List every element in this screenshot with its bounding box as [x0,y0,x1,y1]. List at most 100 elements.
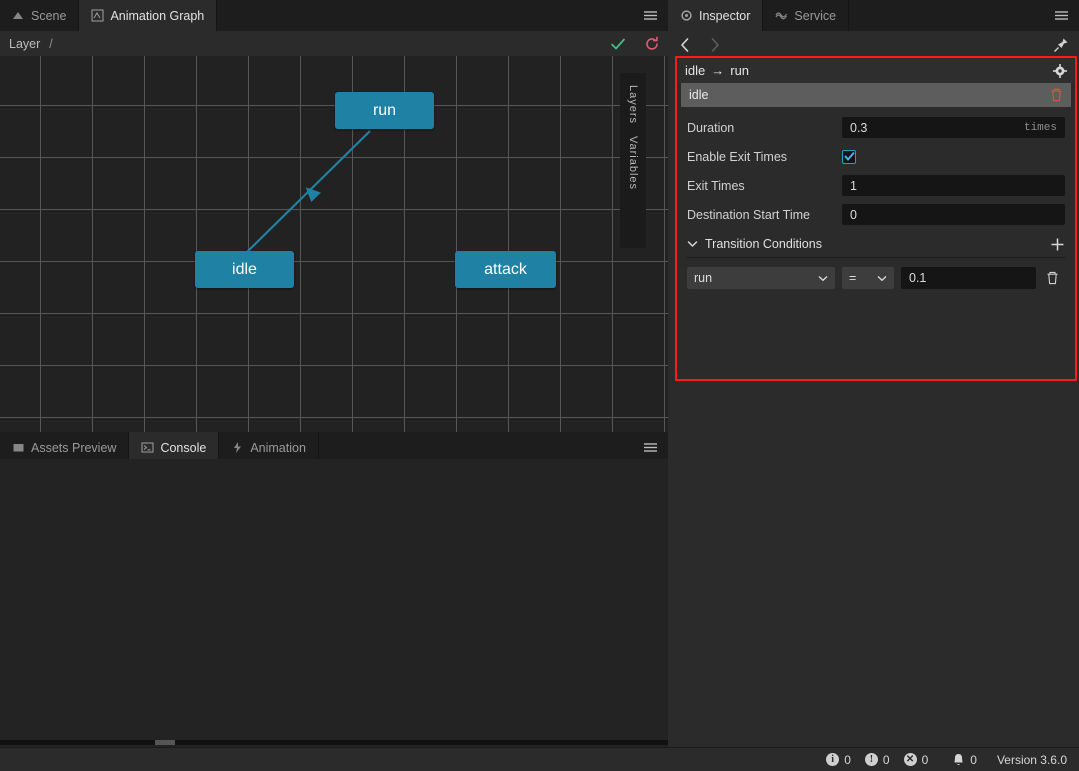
graph-tabbar: Scene Animation Graph [0,0,668,31]
tab-assets-preview-label: Assets Preview [31,440,117,455]
error-count: 0 [921,752,929,767]
info-icon: i [826,753,840,766]
tab-console-label: Console [160,440,207,455]
graph-node-run[interactable]: run [335,92,434,129]
property-enable-exit-times-label: Enable Exit Times [687,149,788,164]
editor-window: Scene Animation Graph Layer / run idle a… [0,0,1079,771]
graph-node-idle[interactable]: idle [195,251,294,288]
tab-scene[interactable]: Scene [0,0,80,31]
tab-service[interactable]: Service [763,0,850,31]
inspector-tabbar: Inspector Service [668,0,1079,31]
layer-breadcrumb-bar: Layer / [0,31,668,56]
transition-conditions-title: Transition Conditions [705,237,822,251]
notification-status[interactable]: 0 [952,753,977,767]
console-icon [141,441,154,454]
condition-value: 0.1 [909,271,927,285]
scene-icon [12,9,25,22]
chevron-down-icon [877,275,887,282]
refresh-icon[interactable] [644,36,660,52]
property-list: Duration 0.3 times Enable Exit Times Exi… [677,107,1075,289]
exit-times-value: 1 [850,178,857,193]
tab-scene-label: Scene [31,8,67,23]
graph-node-idle-label: idle [232,260,257,278]
tab-inspector[interactable]: Inspector [668,0,764,31]
error-icon: ✕ [903,753,917,766]
warning-icon: ! [864,753,878,766]
graph-node-run-label: run [372,101,397,119]
left-column: Scene Animation Graph Layer / run idle a… [0,0,668,771]
animation-graph-icon [91,9,104,22]
chevron-down-icon [818,275,828,282]
condition-row: run = 0.1 [687,267,1065,289]
pin-icon[interactable] [1053,31,1069,59]
right-column: Inspector Service idle → run idle Durati… [668,0,1079,771]
chevron-left-icon[interactable] [680,38,690,52]
destination-start-time-value: 0 [850,207,857,222]
destination-start-time-input[interactable]: 0 [842,204,1065,225]
transition-to: run [730,63,750,78]
trash-icon[interactable] [1050,88,1063,102]
tab-animation-label: Animation [250,440,306,455]
warning-status[interactable]: ! 0 [864,752,890,767]
duration-unit: times [1023,121,1057,134]
tab-animation-graph[interactable]: Animation Graph [79,0,218,31]
inspector-menu-button[interactable] [1054,0,1069,31]
property-destination-start-time-label: Destination Start Time [687,207,810,222]
property-duration: Duration 0.3 times [687,113,1065,142]
graph-node-attack[interactable]: attack [455,251,556,288]
console-log-area[interactable] [0,459,668,755]
notification-count: 0 [970,752,977,767]
property-enable-exit-times: Enable Exit Times [687,142,1065,171]
condition-delete-trash-icon[interactable] [1046,271,1059,285]
graph-canvas[interactable]: run idle attack Layers Variables [0,56,668,432]
breadcrumb-separator: / [49,36,53,51]
condition-variable-value: run [694,271,713,285]
side-tab-layers[interactable]: Layers [627,79,639,130]
inspector-settings-gear-icon[interactable] [1053,63,1067,78]
layer-label: Layer [9,36,41,51]
condition-variable-select[interactable]: run [687,267,835,289]
check-icon[interactable] [610,36,626,52]
scrollbar-thumb[interactable] [155,740,175,745]
info-status[interactable]: i 0 [826,753,851,767]
version-label: Version 3.6.0 [996,752,1067,767]
condition-value-input[interactable]: 0.1 [901,267,1036,289]
chevron-right-icon [710,38,720,52]
graph-menu-button[interactable] [643,0,658,31]
animation-icon [231,441,244,454]
tab-inspector-label: Inspector [699,8,751,23]
transition-conditions-header[interactable]: Transition Conditions [687,231,1065,258]
transition-title: idle → run [685,63,749,78]
arrow-icon: → [711,63,725,78]
transition-inspector: idle → run idle Duration 0.3 times Enabl… [675,56,1077,381]
service-icon [775,9,788,22]
error-status[interactable]: ✕ 0 [903,752,929,767]
bell-icon [952,753,965,767]
horizontal-scrollbar[interactable] [0,737,668,747]
inspector-navbar [668,31,1079,59]
side-tab-variables[interactable]: Variables [627,130,639,196]
chevron-down-icon[interactable] [687,240,698,248]
exit-times-input[interactable]: 1 [842,175,1065,196]
inspector-header: idle → run [677,58,1075,83]
gear-icon [680,9,693,22]
state-row-label: idle [689,88,709,102]
console-panel: Assets Preview Console Animation Search [0,432,668,771]
condition-operator-select[interactable]: = [842,267,894,289]
property-duration-label: Duration [687,120,735,135]
duration-input[interactable]: 0.3 times [842,117,1065,138]
info-count: 0 [844,752,851,767]
state-row[interactable]: idle [681,83,1071,107]
scrollbar-track [0,740,668,745]
animation-graph-panel: Scene Animation Graph Layer / run idle a… [0,0,668,432]
graph-node-attack-label: attack [484,260,527,278]
plus-icon[interactable] [1050,237,1065,252]
property-exit-times-label: Exit Times [687,178,745,193]
enable-exit-times-checkbox[interactable] [842,149,856,164]
tab-animation-graph-label: Animation Graph [110,8,205,23]
duration-value: 0.3 [850,120,868,135]
assets-preview-icon [12,441,25,454]
condition-operator-value: = [849,271,857,285]
status-bar: i 0 ! 0 ✕ 0 0 Version 3.6.0 [0,747,1079,771]
warning-count: 0 [882,752,890,767]
